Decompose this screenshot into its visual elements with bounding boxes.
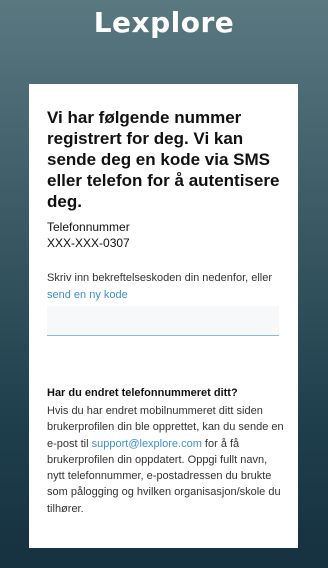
phone-number-label: Telefonnummer — [47, 220, 130, 234]
resend-code-link[interactable]: send en ny kode — [47, 289, 128, 301]
phone-number-value: XXX-XXX-0307 — [47, 236, 130, 250]
page-heading: Vi har følgende nummer registrert for de… — [47, 108, 280, 211]
verification-code-input[interactable] — [47, 306, 279, 336]
support-email-link[interactable]: support@lexplore.com — [92, 438, 202, 450]
lexplore-logo: Lexplore — [93, 6, 235, 39]
code-instruction: Skriv inn bekreftelseskoden din nedenfor… — [47, 270, 287, 304]
changed-number-title: Har du endret telefonnummeret ditt? — [47, 387, 238, 399]
verification-card: Vi har følgende nummer registrert for de… — [29, 84, 298, 548]
code-instruction-text: Skriv inn bekreftelseskoden din nedenfor… — [47, 272, 273, 284]
changed-number-body: Hvis du har endret mobilnummeret ditt si… — [47, 403, 287, 517]
